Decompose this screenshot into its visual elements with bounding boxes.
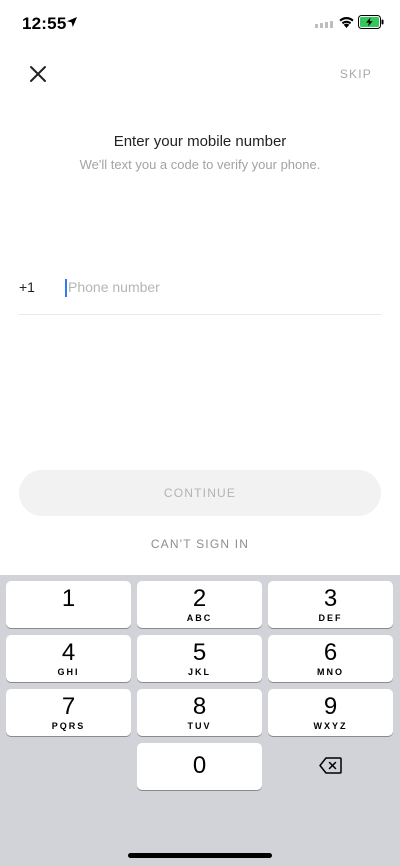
close-button[interactable] — [26, 62, 50, 86]
key-letters: DEF — [318, 613, 343, 623]
location-arrow-icon — [67, 17, 77, 27]
country-code-selector[interactable]: +1 — [19, 279, 35, 295]
page-title: Enter your mobile number — [113, 133, 287, 150]
delete-key[interactable] — [268, 743, 393, 790]
key-letters: PQRS — [51, 721, 86, 731]
key-digit: 7 — [61, 693, 76, 720]
phone-number-input[interactable] — [64, 274, 368, 300]
key-digit: 9 — [323, 693, 338, 720]
key-digit: 2 — [192, 585, 207, 612]
key-7[interactable]: 7 PQRS — [6, 689, 131, 736]
key-digit: 3 — [323, 585, 338, 612]
key-letters: GHI — [57, 667, 80, 677]
key-letters: ABC — [186, 613, 213, 623]
key-1[interactable]: 1 — [6, 581, 131, 628]
key-2[interactable]: 2 ABC — [137, 581, 262, 628]
key-letters: JKL — [187, 667, 211, 677]
key-letters: MNO — [317, 667, 344, 677]
status-time: 12:55 — [22, 14, 67, 33]
key-8[interactable]: 8 TUV — [137, 689, 262, 736]
cant-sign-in-link[interactable]: CAN'T SIGN IN — [0, 537, 400, 551]
key-0[interactable]: 0 — [137, 743, 262, 790]
wifi-icon — [339, 17, 354, 28]
key-3[interactable]: 3 DEF — [268, 581, 393, 628]
key-5[interactable]: 5 JKL — [137, 635, 262, 682]
key-digit: 4 — [61, 639, 76, 666]
key-digit: 1 — [61, 585, 76, 612]
key-9[interactable]: 9 WXYZ — [268, 689, 393, 736]
key-digit: 8 — [192, 693, 207, 720]
page-subtitle: We'll text you a code to verify your pho… — [79, 157, 321, 172]
key-digit: 0 — [192, 752, 207, 779]
backspace-icon — [319, 757, 342, 774]
text-caret — [65, 279, 67, 297]
key-4[interactable]: 4 GHI — [6, 635, 131, 682]
cellular-signal-icon — [315, 21, 333, 28]
key-6[interactable]: 6 MNO — [268, 635, 393, 682]
continue-button[interactable]: CONTINUE — [19, 470, 381, 516]
key-letters: TUV — [187, 721, 212, 731]
skip-button[interactable]: SKIP — [340, 67, 372, 81]
home-indicator — [128, 853, 272, 858]
status-bar: 12:55 — [0, 0, 400, 48]
battery-charging-icon — [358, 15, 384, 29]
key-digit: 5 — [192, 639, 207, 666]
close-icon — [30, 66, 46, 82]
key-letters: WXYZ — [313, 721, 348, 731]
input-underline — [19, 314, 381, 315]
key-digit: 6 — [323, 639, 338, 666]
